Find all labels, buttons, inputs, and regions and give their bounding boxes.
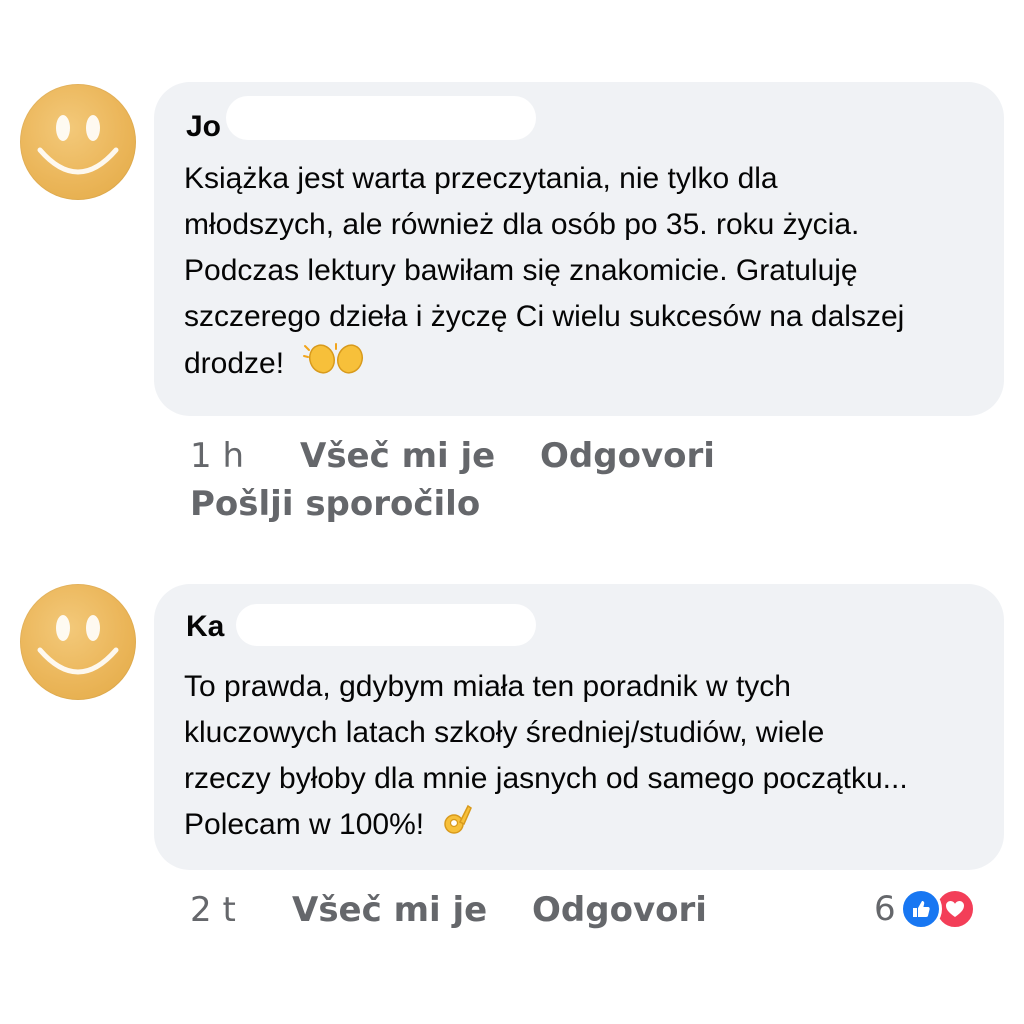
clapping-hands-icon — [302, 340, 372, 390]
ok-hand-icon — [442, 802, 474, 850]
like-icon — [899, 888, 942, 930]
comment-author[interactable]: Ka — [186, 610, 224, 644]
redacted-name — [226, 96, 536, 140]
comment-time[interactable]: 1 h — [190, 436, 244, 476]
reply-button[interactable]: Odgovori — [532, 890, 707, 930]
smiley-icon — [37, 615, 119, 675]
reactions-summary[interactable]: 6 — [874, 888, 976, 930]
like-button[interactable]: Všeč mi je — [300, 436, 495, 476]
redacted-name — [236, 604, 536, 646]
comment-text-content: To prawda, gdybym miała ten poradnik w t… — [184, 670, 908, 841]
comment-author[interactable]: Jo — [186, 110, 221, 144]
comment-text-content: Książka jest warta przeczytania, nie tyl… — [184, 162, 905, 380]
smiley-icon — [37, 115, 119, 175]
avatar[interactable] — [20, 84, 136, 200]
reaction-count: 6 — [874, 889, 896, 929]
comment-text: To prawda, gdybym miała ten poradnik w t… — [184, 664, 984, 850]
send-message-button[interactable]: Pošlji sporočilo — [190, 484, 480, 524]
avatar[interactable] — [20, 584, 136, 700]
comment-time[interactable]: 2 t — [190, 890, 236, 930]
reply-button[interactable]: Odgovori — [540, 436, 715, 476]
comment-text: Książka jest warta przeczytania, nie tyl… — [184, 156, 984, 390]
like-button[interactable]: Všeč mi je — [292, 890, 487, 930]
